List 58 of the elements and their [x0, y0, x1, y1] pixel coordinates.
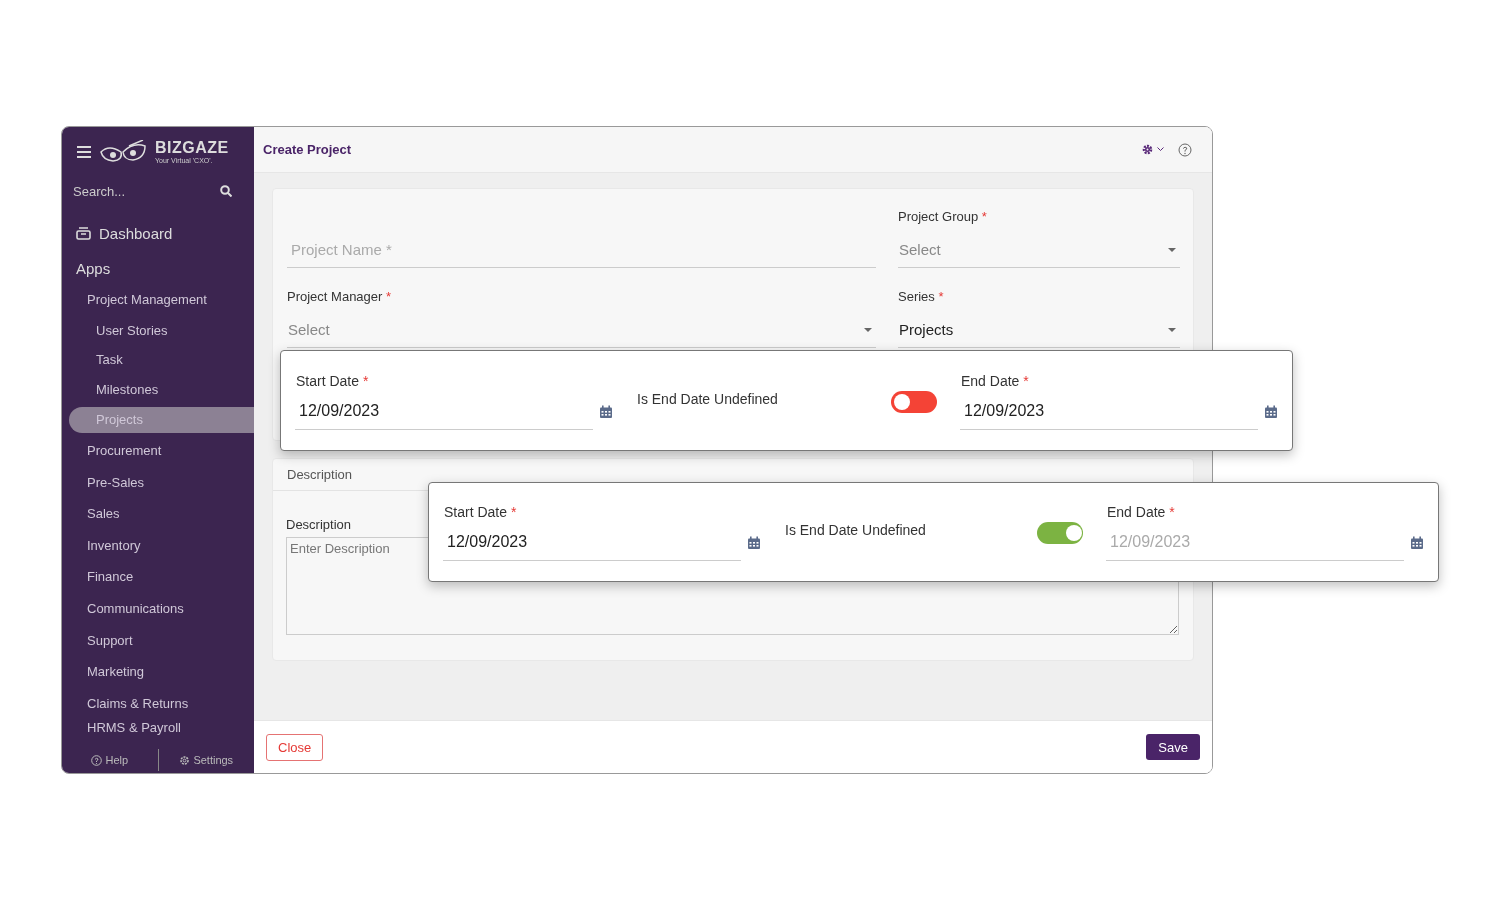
sidebar-item[interactable]: Procurement — [62, 435, 254, 467]
field-label: Series * — [898, 288, 945, 306]
page-title: Create Project — [263, 142, 352, 157]
owl-eyes-icon — [99, 140, 147, 164]
date-field[interactable]: 12/09/2023 — [295, 393, 593, 430]
field-label: End Date * — [961, 371, 1030, 390]
menu-icon — [77, 146, 91, 158]
help-icon — [91, 754, 103, 766]
settings-link[interactable]: Settings — [158, 754, 254, 766]
sidebar-item[interactable]: Sales — [62, 498, 254, 530]
sidebar-item[interactable]: Marketing — [62, 656, 254, 688]
date-field: 12/09/2023 — [1106, 525, 1404, 561]
sidebar-item[interactable]: Inventory — [62, 529, 254, 562]
save-button[interactable]: Save — [1146, 734, 1200, 760]
field-label: Project Group * — [898, 208, 988, 226]
sidebar-item[interactable]: HRMS & Payroll — [62, 719, 254, 738]
chevron-down-icon — [1157, 147, 1164, 152]
gear-icon — [1142, 144, 1153, 155]
search-icon — [220, 185, 232, 197]
caret-icon — [1168, 247, 1176, 252]
sidebar-item[interactable]: Support — [62, 624, 254, 657]
search-field[interactable]: Search... — [73, 183, 220, 199]
tray-icon — [76, 226, 91, 240]
sidebar-item[interactable]: Task — [62, 345, 254, 376]
caret-icon — [1168, 327, 1176, 332]
field-label: Start Date * — [444, 503, 518, 521]
dashboard-link[interactable]: Dashboard — [76, 222, 254, 244]
calendar-icon — [1264, 404, 1278, 419]
input-field[interactable]: Project Name * — [287, 232, 876, 268]
calendar-icon — [1410, 536, 1424, 550]
sidebar-item[interactable]: Project Management — [62, 284, 254, 316]
help-icon — [1178, 142, 1192, 157]
field-label: Start Date * — [296, 371, 370, 390]
calendar-icon — [599, 404, 613, 419]
sidebar-item[interactable]: Pre-Sales — [62, 466, 254, 499]
gear-icon — [179, 754, 191, 766]
toggle-label: Is End Date Undefined — [785, 522, 927, 538]
close-button[interactable]: Close — [266, 733, 324, 761]
date-field[interactable]: 12/09/2023 — [443, 525, 741, 561]
field-label: Project Manager * — [287, 288, 393, 306]
sidebar-item[interactable]: User Stories — [62, 315, 254, 346]
help-link[interactable]: Help — [62, 754, 158, 766]
calendar-icon — [747, 536, 761, 550]
settings-dropdown[interactable] — [1142, 144, 1164, 155]
date-field[interactable]: 12/09/2023 — [960, 393, 1258, 430]
toggle-switch[interactable] — [1037, 522, 1083, 544]
section-heading: Apps — [76, 259, 112, 279]
field-label: End Date * — [1107, 503, 1176, 521]
sidebar-item[interactable]: Milestones — [62, 375, 254, 405]
sidebar-item[interactable]: Finance — [62, 561, 254, 593]
sidebar-item[interactable]: Claims & Returns — [62, 687, 254, 720]
sidebar-item[interactable]: Communications — [62, 592, 254, 625]
brand-name: BIZGAZE — [155, 139, 229, 156]
toggle-label: Is End Date Undefined — [637, 390, 779, 407]
select-field[interactable]: Projects — [898, 312, 1180, 348]
caret-icon — [864, 327, 872, 332]
field-label: Description — [286, 517, 352, 534]
toggle-switch[interactable] — [890, 390, 937, 413]
